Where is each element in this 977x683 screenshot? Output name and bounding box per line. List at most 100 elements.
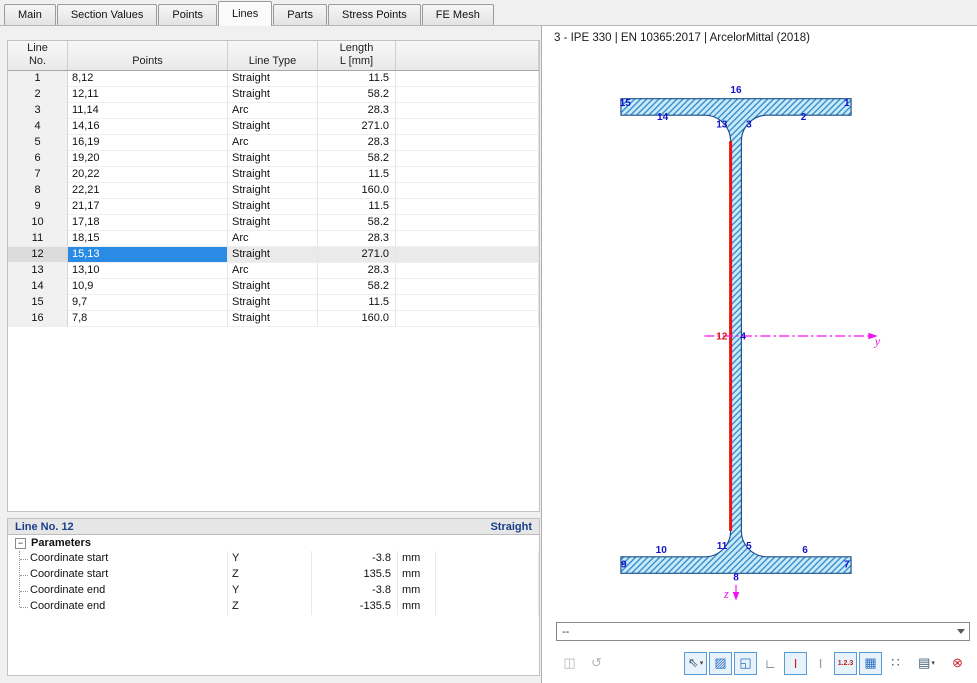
points-cell: 9,7 [68,295,228,311]
tab-points[interactable]: Points [158,4,217,25]
tab-lines[interactable]: Lines [218,1,273,26]
table-row[interactable]: 3 11,14 Arc 28.3 [8,103,539,119]
line-label-10[interactable]: 10 [656,545,668,556]
glyph: I [793,655,798,671]
table-row[interactable]: 11 18,15 Arc 28.3 [8,231,539,247]
section-outline[interactable] [620,98,852,574]
header-text: No. [28,55,47,67]
copy-view-icon[interactable]: ◫ [558,652,581,675]
line-label-14[interactable]: 14 [657,112,669,123]
line-label-7[interactable]: 7 [844,560,850,571]
table-row[interactable]: 8 22,21 Straight 160.0 [8,183,539,199]
line-label-8[interactable]: 8 [733,573,739,584]
parts-display-icon[interactable]: I [809,652,832,675]
table-row[interactable]: 1 8,12 Straight 11.5 [8,71,539,87]
line-label-11[interactable]: 11 [717,541,728,552]
tab-section-values[interactable]: Section Values [56,4,158,25]
table-row[interactable]: 5 16,19 Arc 28.3 [8,135,539,151]
line-label-1[interactable]: 1 [844,98,850,109]
row-number-cell: 7 [8,167,68,183]
glyph: ▤ [918,655,931,670]
table-row[interactable]: 16 7,8 Straight 160.0 [8,311,539,327]
line-label-6[interactable]: 6 [802,545,808,556]
parameter-empty-cell [436,599,539,615]
row-number-cell: 6 [8,151,68,167]
table-row[interactable]: 15 9,7 Straight 11.5 [8,295,539,311]
view-config-combobox[interactable]: -- [556,622,970,641]
glyph: ⊗ [952,655,963,670]
line-label-3[interactable]: 3 [746,119,752,130]
table-row[interactable]: 4 14,16 Straight 271.0 [8,119,539,135]
chevron-down-icon: ▾ [699,660,704,667]
line-label-2[interactable]: 2 [801,112,807,123]
line-type-cell: Straight [228,199,318,215]
glyph: ↺ [591,655,602,670]
parameter-row[interactable]: Coordinate start Z 135.5 mm [8,567,539,583]
viewer-title: 3 - IPE 330 | EN 10365:2017 | ArcelorMit… [554,32,810,44]
pointer-mode-icon[interactable]: ⇖ ▾ [684,651,707,675]
fe-mesh-display-icon[interactable]: ∷ [884,652,907,675]
parameter-row[interactable]: Coordinate end Y -3.8 mm [8,583,539,599]
chevron-down-icon: ▾ [931,660,935,667]
length-cell: 160.0 [318,311,396,327]
length-cell: 160.0 [318,183,396,199]
points-cell: 21,17 [68,199,228,215]
empty-cell [396,215,539,231]
lines-table: Line No. Points Line Type Length L [mm] … [7,40,540,512]
tab-stress-points[interactable]: Stress Points [327,4,421,25]
line-type-cell: Straight [228,183,318,199]
parameter-axis-cell: Z [228,567,312,583]
table-row[interactable]: 6 19,20 Straight 58.2 [8,151,539,167]
hatch-display-icon[interactable]: ▨ [709,651,732,675]
table-row[interactable]: 9 21,17 Straight 11.5 [8,199,539,215]
line-label-5[interactable]: 5 [746,541,752,552]
section-viewer-pane: 3 - IPE 330 | EN 10365:2017 | ArcelorMit… [541,26,977,683]
stress-points-display-icon[interactable]: I [784,651,807,675]
close-sectional-view-icon[interactable]: ⊗ [946,652,969,675]
combo-chevron-icon[interactable] [952,623,969,640]
glyph: ⇖ [687,655,699,670]
line-type-cell: Straight [228,71,318,87]
line-label-16[interactable]: 16 [730,85,742,96]
axes-display-icon[interactable]: ∟ [759,652,782,675]
table-row[interactable]: 10 17,18 Straight 58.2 [8,215,539,231]
details-line-type: Straight [490,521,532,533]
section-drawing[interactable]: y z 15 14 16 13 3 2 1 12 4 9 10 11 5 6 7 8 [549,48,923,624]
glyph: 1.2.3 [837,659,854,667]
parameters-group-row[interactable]: − Parameters [8,535,539,551]
empty-cell [396,311,539,327]
fit-view-icon[interactable]: ◱ [734,651,757,675]
table-row[interactable]: 14 10,9 Straight 58.2 [8,279,539,295]
empty-cell [396,135,539,151]
tab-fe-mesh[interactable]: FE Mesh [421,4,494,25]
line-label-9[interactable]: 9 [621,560,627,571]
parameter-row[interactable]: Coordinate end Z -135.5 mm [8,599,539,615]
line-label-12[interactable]: 12 [716,332,728,343]
points-cell: 22,21 [68,183,228,199]
glyph: ◱ [739,655,752,670]
table-row[interactable]: 13 13,10 Arc 28.3 [8,263,539,279]
points-cell: 20,22 [68,167,228,183]
numbering-display-icon[interactable]: 1.2.3 [834,651,857,675]
table-row[interactable]: 12 15,13 Straight 271.0 [8,247,539,263]
table-row[interactable]: 7 20,22 Straight 11.5 [8,167,539,183]
tab-main[interactable]: Main [4,4,56,25]
line-label-13[interactable]: 13 [716,119,728,130]
parameter-unit-cell: mm [398,551,436,567]
collapse-icon[interactable]: − [15,537,26,549]
parameter-unit-cell: mm [398,567,436,583]
grid-display-icon[interactable]: ▦ [859,651,882,675]
length-cell: 271.0 [318,247,396,263]
parameter-row[interactable]: Coordinate start Y -3.8 mm [8,551,539,567]
row-number-cell: 15 [8,295,68,311]
print-icon[interactable]: ▤ ▾ [915,652,938,675]
reset-view-icon[interactable]: ↺ [585,652,608,675]
line-label-4[interactable]: 4 [740,332,746,343]
tree-line [19,551,20,607]
table-row[interactable]: 2 12,11 Straight 58.2 [8,87,539,103]
line-label-15[interactable]: 15 [620,98,632,109]
parameters-label: Parameters [31,537,91,549]
header-text: Line Type [248,55,297,67]
line-type-cell: Straight [228,215,318,231]
tab-parts[interactable]: Parts [273,4,327,25]
